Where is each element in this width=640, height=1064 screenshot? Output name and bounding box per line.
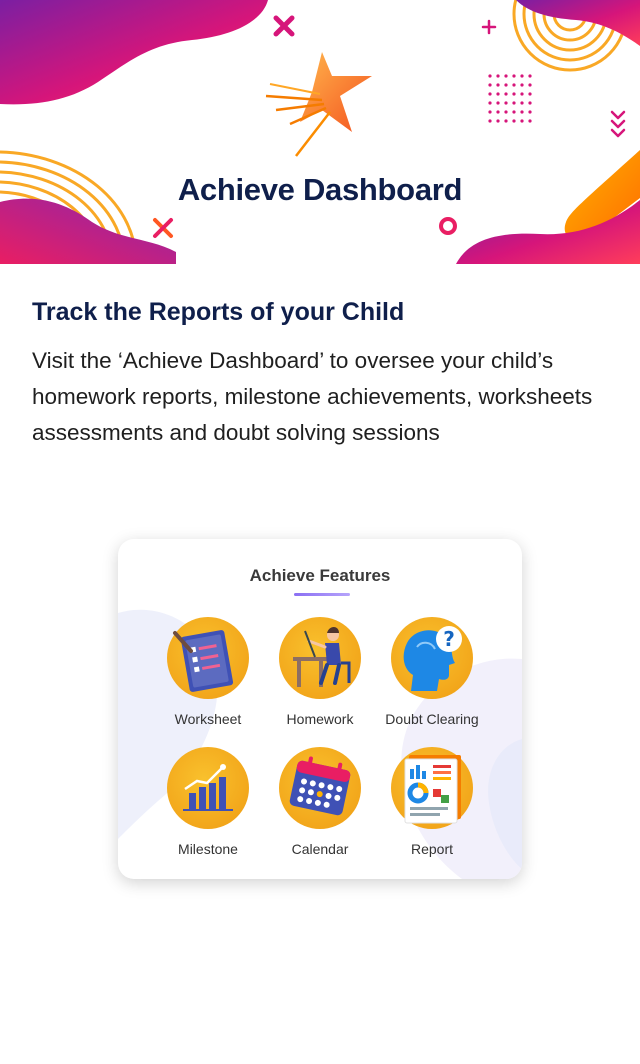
decorative-dot bbox=[528, 110, 532, 114]
decorative-dot bbox=[496, 83, 500, 87]
decorative-dot bbox=[512, 92, 516, 96]
decorative-banner-graphics bbox=[0, 0, 640, 264]
card-title: Achieve Features bbox=[249, 566, 391, 585]
decorative-dot bbox=[504, 119, 508, 123]
decorative-dot bbox=[504, 101, 508, 105]
section-description: Visit the ‘Achieve Dashboard’ to oversee… bbox=[32, 348, 593, 445]
decorative-dot bbox=[512, 83, 516, 87]
decorative-dot bbox=[520, 74, 524, 78]
decorative-dot bbox=[520, 92, 524, 96]
decorative-dot bbox=[520, 101, 524, 105]
feature-doubt-clearing[interactable]: ? Doubt Clearing bbox=[370, 617, 494, 741]
header-banner: Achieve Dashboard bbox=[0, 0, 640, 264]
feature-worksheet[interactable]: Worksheet bbox=[146, 617, 270, 741]
head-question-icon: ? bbox=[391, 617, 473, 699]
decorative-dot bbox=[488, 83, 492, 87]
decorative-dot bbox=[504, 74, 508, 78]
student-at-desk-icon bbox=[279, 617, 361, 699]
decorative-dot bbox=[520, 83, 524, 87]
decorative-dot bbox=[520, 119, 524, 123]
feature-label: Doubt Clearing bbox=[385, 711, 479, 727]
decorative-dot bbox=[488, 92, 492, 96]
report-document-icon bbox=[391, 747, 473, 829]
feature-label: Milestone bbox=[178, 841, 238, 857]
decorative-dot bbox=[496, 74, 500, 78]
feature-label: Report bbox=[410, 841, 454, 857]
decorative-dot bbox=[496, 101, 500, 105]
feature-report[interactable]: Report bbox=[370, 747, 494, 871]
decorative-dot bbox=[528, 119, 532, 123]
decorative-dot bbox=[528, 101, 532, 105]
decorative-dot bbox=[520, 110, 524, 114]
calendar-icon bbox=[279, 747, 361, 829]
feature-calendar[interactable]: Calendar bbox=[258, 747, 382, 871]
svg-text:?: ? bbox=[443, 627, 455, 651]
section-heading: Track the Reports of your Child bbox=[32, 298, 405, 326]
decorative-dot bbox=[504, 92, 508, 96]
bar-chart-growth-icon bbox=[167, 747, 249, 829]
decorative-dot bbox=[488, 110, 492, 114]
decorative-dot bbox=[504, 83, 508, 87]
feature-label: Calendar bbox=[291, 841, 349, 857]
feature-label: Homework bbox=[286, 711, 354, 727]
decorative-dot bbox=[496, 92, 500, 96]
decorative-dot bbox=[488, 119, 492, 123]
decorative-dot bbox=[488, 74, 492, 78]
decorative-dot bbox=[512, 110, 516, 114]
decorative-dot bbox=[488, 101, 492, 105]
banner-title: Achieve Dashboard bbox=[177, 172, 463, 207]
decorative-dot bbox=[528, 92, 532, 96]
decorative-dot bbox=[504, 110, 508, 114]
achieve-features-card: Achieve Features Worksheet Homework ? Do… bbox=[118, 539, 522, 879]
todo-list-icon bbox=[167, 617, 249, 699]
feature-label: Worksheet bbox=[174, 711, 242, 727]
decorative-dot bbox=[528, 74, 532, 78]
decorative-dot bbox=[496, 110, 500, 114]
decorative-dot bbox=[512, 101, 516, 105]
decorative-dot bbox=[512, 119, 516, 123]
decorative-dot bbox=[512, 74, 516, 78]
decorative-dot bbox=[496, 119, 500, 123]
feature-milestone[interactable]: Milestone bbox=[146, 747, 270, 871]
decorative-dot bbox=[528, 83, 532, 87]
title-underline bbox=[294, 593, 350, 596]
feature-homework[interactable]: Homework bbox=[258, 617, 382, 741]
